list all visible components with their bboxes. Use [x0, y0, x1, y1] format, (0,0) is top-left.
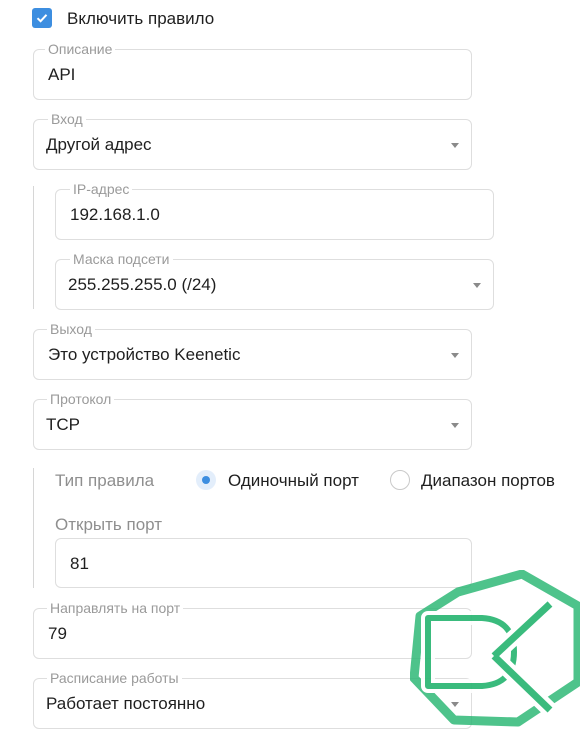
protocol-select-label: Протокол	[47, 391, 115, 407]
group-divider-ports	[33, 468, 34, 588]
radio-port-range-label[interactable]: Диапазон портов	[421, 471, 555, 491]
schedule-select-value: Работает постоянно	[46, 694, 206, 713]
protocol-select-value: TCP	[46, 415, 80, 434]
forward-port-field-label: Направлять на порт	[47, 600, 184, 616]
output-select-label: Выход	[47, 321, 95, 337]
description-field-label: Описание	[45, 41, 116, 57]
radio-selected-dot	[202, 476, 210, 484]
chevron-down-icon	[451, 422, 459, 428]
schedule-select[interactable]: Расписание работы Работает постоянно	[33, 670, 472, 729]
radio-single-port-label[interactable]: Одиночный порт	[228, 471, 359, 491]
input-select-label: Вход	[48, 111, 86, 127]
protocol-select[interactable]: Протокол TCP	[33, 391, 472, 450]
subnet-mask-select-label: Маска подсети	[70, 251, 173, 267]
enable-rule-checkbox[interactable]	[32, 8, 52, 28]
input-select[interactable]: Вход Другой адрес	[33, 111, 472, 170]
description-value: API	[48, 65, 76, 84]
forward-port-value: 79	[48, 624, 67, 643]
schedule-select-label: Расписание работы	[47, 670, 182, 686]
chevron-down-icon	[473, 282, 481, 288]
rule-type-label: Тип правила	[55, 471, 155, 490]
ip-address-field-label: IP-адрес	[70, 181, 133, 197]
group-divider-address	[33, 186, 34, 309]
enable-rule-label: Включить правило	[67, 9, 215, 28]
radio-port-range[interactable]	[390, 470, 410, 490]
open-port-label: Открыть порт	[55, 515, 163, 534]
subnet-mask-select[interactable]: Маска подсети 255.255.255.0 (/24)	[55, 251, 494, 310]
checkmark-icon	[36, 14, 48, 23]
input-select-value: Другой адрес	[46, 135, 152, 154]
description-field[interactable]: Описание API	[33, 41, 472, 100]
output-select-value: Это устройство Keenetic	[48, 345, 241, 364]
subnet-mask-select-value: 255.255.255.0 (/24)	[68, 275, 217, 294]
chevron-down-icon	[451, 352, 459, 358]
radio-single-port[interactable]	[196, 470, 216, 490]
output-select[interactable]: Выход Это устройство Keenetic	[33, 321, 472, 380]
open-port-value: 81	[70, 554, 89, 573]
ip-address-field[interactable]: IP-адрес 192.168.1.0	[55, 181, 494, 240]
chevron-down-icon	[451, 142, 459, 148]
watermark-logo	[410, 570, 580, 727]
ip-address-value: 192.168.1.0	[70, 205, 160, 224]
forward-port-field[interactable]: Направлять на порт 79	[33, 600, 472, 659]
